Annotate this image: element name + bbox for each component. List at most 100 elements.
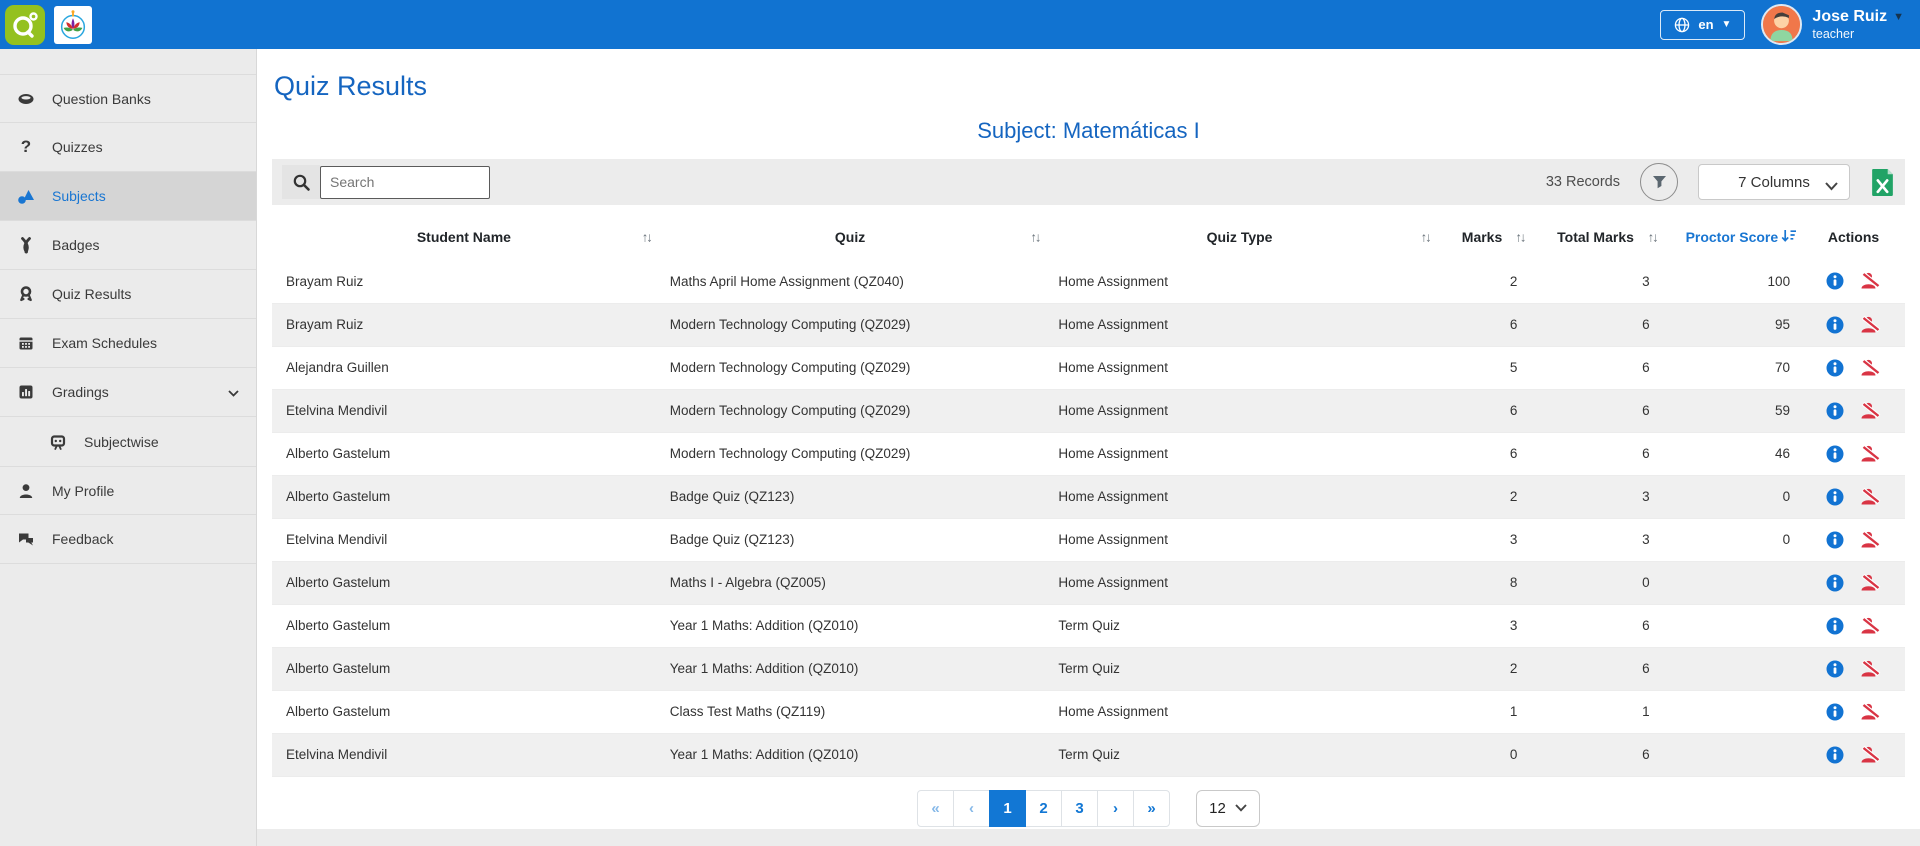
sidebar-item-subjects[interactable]: Subjects	[0, 172, 256, 221]
page-button[interactable]: 3	[1061, 790, 1098, 827]
proctor-score-cell: 100	[1662, 260, 1802, 303]
info-icon[interactable]	[1826, 402, 1844, 420]
medal-icon	[17, 285, 35, 303]
filter-button[interactable]	[1640, 163, 1678, 201]
page-title: Quiz Results	[272, 49, 1905, 102]
language-selector[interactable]: en ▼	[1660, 10, 1745, 40]
header-marks[interactable]: Marks↑↓	[1435, 214, 1530, 260]
info-icon[interactable]	[1826, 703, 1844, 721]
info-icon[interactable]	[1826, 359, 1844, 377]
student-name-cell: Alberto Gastelum	[272, 475, 656, 518]
bar-chart-icon	[17, 383, 35, 401]
header-actions: Actions	[1802, 214, 1905, 260]
student-name-cell: Alberto Gastelum	[272, 690, 656, 733]
info-icon[interactable]	[1826, 316, 1844, 334]
quiz-type-cell: Home Assignment	[1044, 389, 1434, 432]
monitor-icon	[49, 433, 67, 451]
avatar	[1761, 4, 1802, 45]
quiz-type-cell: Home Assignment	[1044, 690, 1434, 733]
header-student-name[interactable]: Student Name↑↓	[272, 214, 656, 260]
sidebar-item-label: Exam Schedules	[52, 335, 157, 351]
user-slash-icon[interactable]	[1860, 445, 1881, 463]
columns-dropdown[interactable]: 7 Columns	[1698, 164, 1850, 200]
page-size-dropdown[interactable]: 12	[1196, 790, 1260, 827]
user-menu[interactable]: Jose Ruiz ▼ teacher	[1761, 4, 1904, 45]
total-marks-cell: 6	[1529, 346, 1661, 389]
sidebar-item-label: Subjects	[52, 188, 106, 204]
school-logo[interactable]	[54, 6, 92, 44]
sidebar-item-label: Feedback	[52, 531, 113, 547]
info-icon[interactable]	[1826, 574, 1844, 592]
student-name-cell: Alejandra Guillen	[272, 346, 656, 389]
user-slash-icon[interactable]	[1860, 660, 1881, 678]
page-button[interactable]: 1	[989, 790, 1026, 827]
user-slash-icon[interactable]	[1860, 272, 1881, 290]
info-icon[interactable]	[1826, 272, 1844, 290]
sidebar-item-question-banks[interactable]: Question Banks	[0, 74, 256, 123]
sidebar-item-badges[interactable]: Badges	[0, 221, 256, 270]
page-button[interactable]: 2	[1025, 790, 1062, 827]
info-icon[interactable]	[1826, 617, 1844, 635]
search-input[interactable]	[320, 166, 490, 199]
user-slash-icon[interactable]	[1860, 488, 1881, 506]
sidebar-item-my-profile[interactable]: My Profile	[0, 466, 256, 515]
proctor-score-cell	[1662, 561, 1802, 604]
actions-cell	[1802, 389, 1905, 432]
page-button[interactable]: ‹	[953, 790, 990, 827]
page-button[interactable]: ›	[1097, 790, 1134, 827]
info-icon[interactable]	[1826, 488, 1844, 506]
table-row: Brayam Ruiz Maths April Home Assignment …	[272, 260, 1905, 303]
user-name: Jose Ruiz	[1812, 8, 1887, 26]
page-button[interactable]: «	[917, 790, 954, 827]
header-quiz-type[interactable]: Quiz Type↑↓	[1044, 214, 1434, 260]
quiz-type-cell: Home Assignment	[1044, 432, 1434, 475]
quiz-cell: Year 1 Maths: Addition (QZ010)	[656, 647, 1045, 690]
table-row: Alberto Gastelum Year 1 Maths: Addition …	[272, 604, 1905, 647]
user-slash-icon[interactable]	[1860, 617, 1881, 635]
app-logo-icon[interactable]	[5, 5, 45, 45]
info-icon[interactable]	[1826, 445, 1844, 463]
proctor-score-cell: 0	[1662, 475, 1802, 518]
quiz-cell: Badge Quiz (QZ123)	[656, 475, 1045, 518]
marks-cell: 6	[1435, 432, 1530, 475]
sidebar-item-quizzes[interactable]: ? Quizzes	[0, 123, 256, 172]
sidebar-item-subjectwise[interactable]: Subjectwise	[0, 417, 256, 466]
user-slash-icon[interactable]	[1860, 402, 1881, 420]
user-slash-icon[interactable]	[1860, 359, 1881, 377]
marks-cell: 2	[1435, 475, 1530, 518]
total-marks-cell: 3	[1529, 260, 1661, 303]
quiz-cell: Year 1 Maths: Addition (QZ010)	[656, 604, 1045, 647]
sidebar-item-quiz-results[interactable]: Quiz Results	[0, 270, 256, 319]
sidebar-item-gradings[interactable]: Gradings	[0, 368, 256, 417]
user-slash-icon[interactable]	[1860, 574, 1881, 592]
student-name-cell: Brayam Ruiz	[272, 303, 656, 346]
user-slash-icon[interactable]	[1860, 703, 1881, 721]
info-icon[interactable]	[1826, 531, 1844, 549]
sidebar-item-label: Badges	[52, 237, 99, 253]
total-marks-cell: 0	[1529, 561, 1661, 604]
sidebar-item-exam-schedules[interactable]: Exam Schedules	[0, 319, 256, 368]
search-icon[interactable]	[282, 165, 320, 199]
page-button[interactable]: »	[1133, 790, 1170, 827]
header-proctor-score[interactable]: Proctor Score	[1662, 214, 1802, 260]
student-name-cell: Alberto Gastelum	[272, 561, 656, 604]
sidebar-item-feedback[interactable]: Feedback	[0, 515, 256, 564]
info-icon[interactable]	[1826, 746, 1844, 764]
proctor-score-cell	[1662, 604, 1802, 647]
marks-cell: 5	[1435, 346, 1530, 389]
user-slash-icon[interactable]	[1860, 746, 1881, 764]
total-marks-cell: 1	[1529, 690, 1661, 733]
globe-icon	[1674, 17, 1690, 33]
user-slash-icon[interactable]	[1860, 531, 1881, 549]
actions-cell	[1802, 733, 1905, 776]
info-icon[interactable]	[1826, 660, 1844, 678]
actions-cell	[1802, 561, 1905, 604]
user-role: teacher	[1812, 27, 1904, 41]
proctor-score-cell	[1662, 647, 1802, 690]
header-total-marks[interactable]: Total Marks↑↓	[1529, 214, 1661, 260]
excel-export-icon[interactable]	[1870, 168, 1895, 197]
actions-cell	[1802, 260, 1905, 303]
header-quiz[interactable]: Quiz↑↓	[656, 214, 1045, 260]
user-slash-icon[interactable]	[1860, 316, 1881, 334]
actions-cell	[1802, 604, 1905, 647]
